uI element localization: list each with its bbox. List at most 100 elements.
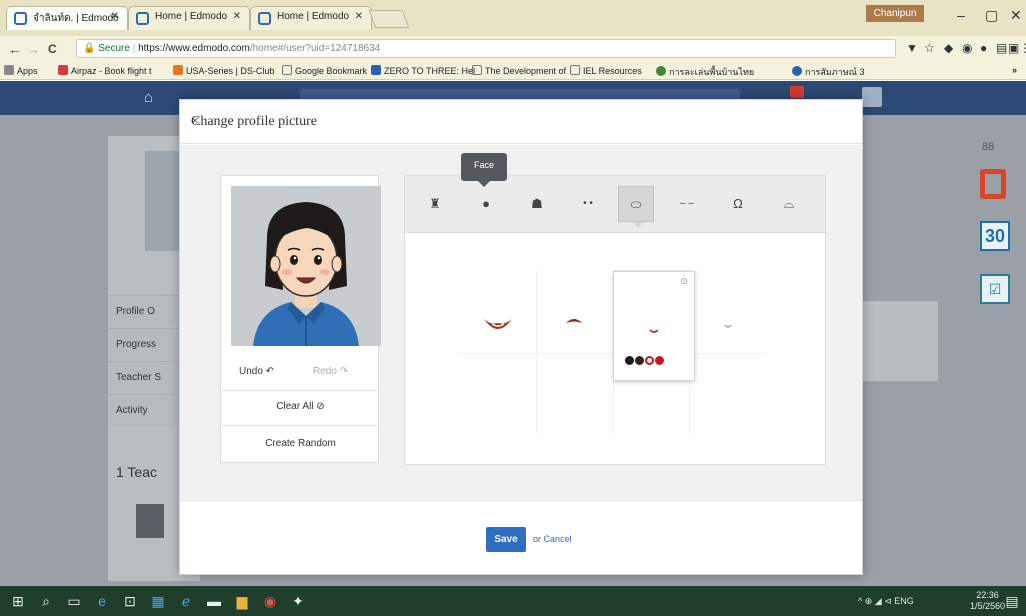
bookmark-zero-to-three[interactable]: ZERO TO THREE: Hel xyxy=(371,65,475,76)
swatch-red[interactable] xyxy=(655,356,664,365)
extension-icon[interactable]: ▤ xyxy=(996,41,1007,55)
cancel-link[interactable]: Cancel xyxy=(544,534,572,544)
more-bookmarks-icon[interactable]: » xyxy=(1012,65,1017,75)
save-button[interactable]: Save xyxy=(486,527,526,552)
close-window-icon[interactable]: ✕ xyxy=(1010,7,1022,24)
calendar-icon[interactable]: 30 xyxy=(980,221,1010,251)
office-icon[interactable] xyxy=(980,169,1006,199)
forward-icon[interactable]: → xyxy=(26,41,40,57)
notification-center-icon[interactable]: ▤ xyxy=(1002,591,1022,611)
mouth-option-smile[interactable] xyxy=(691,279,763,351)
create-random-button[interactable]: Create Random xyxy=(221,426,380,463)
bookmark-usa-series[interactable]: USA-Series | DS-Club xyxy=(173,65,274,76)
quiz-icon[interactable]: ☑ xyxy=(980,274,1010,304)
filter-icon[interactable]: ▼ xyxy=(906,41,918,55)
search-icon[interactable]: ⌕ xyxy=(36,591,56,611)
taskbar-clock[interactable]: 22:36 1/5/2560 xyxy=(970,590,1005,612)
menu-icon[interactable]: ⋮ xyxy=(1019,41,1026,55)
sidebar-item-activity[interactable]: Activity xyxy=(108,394,188,426)
mouth-option-beard[interactable] xyxy=(462,279,534,351)
extension-icon[interactable]: ◉ xyxy=(962,41,972,55)
address-bar-row: ← → C 🔒 Secure | https://www.edmodo.com/… xyxy=(0,36,1026,62)
edmodo-favicon xyxy=(14,12,27,25)
bookmark-iel[interactable]: IEL Resources xyxy=(570,65,642,76)
new-tab-button[interactable] xyxy=(368,10,410,28)
store-icon[interactable]: ⊡ xyxy=(120,591,140,611)
category-ears-icon[interactable]: Ω xyxy=(720,186,756,222)
minimize-icon[interactable]: – xyxy=(957,7,965,23)
home-icon[interactable]: ⌂ xyxy=(144,89,153,106)
dialog-footer: Save or Cancel xyxy=(180,500,862,574)
undo-button[interactable]: Undo ↶ xyxy=(239,366,274,377)
notification-badge-icon[interactable] xyxy=(790,86,804,98)
mail-icon[interactable]: ▬ xyxy=(204,591,224,611)
color-swatches xyxy=(625,356,665,368)
tab-close-icon[interactable]: ✕ xyxy=(111,11,119,22)
back-icon[interactable]: ← xyxy=(8,41,22,57)
extension-icon[interactable]: ▣ xyxy=(1008,41,1019,55)
sidebar-item-progress[interactable]: Progress xyxy=(108,328,188,360)
bookmark-airpaz[interactable]: Airpaz - Book flight t xyxy=(58,65,152,76)
maximize-icon[interactable]: ▢ xyxy=(985,7,998,24)
close-icon[interactable]: × xyxy=(191,114,852,130)
tab-3[interactable]: Home | Edmodo ✕ xyxy=(250,6,372,30)
avatar-preview-panel: Undo ↶ Redo ↷ Clear All ⊘ Create Random xyxy=(220,175,381,463)
star-icon[interactable]: ☆ xyxy=(924,41,935,55)
category-mouth-icon[interactable]: ⬭ xyxy=(618,186,654,228)
grid-divider xyxy=(536,271,537,433)
task-view-icon[interactable]: ▭ xyxy=(64,591,84,611)
category-face-icon[interactable]: ● xyxy=(468,186,504,222)
bookmark-google[interactable]: Google Bookmark xyxy=(282,65,367,76)
category-bar: Face ♜ ● ☗ • • ⬭ ‒ ‒ Ω ⌓ xyxy=(405,153,825,233)
page-icon xyxy=(570,65,580,75)
chrome-icon[interactable]: ◉ xyxy=(260,591,280,611)
tab-close-icon[interactable]: ✕ xyxy=(233,11,241,22)
app-icon[interactable]: ✦ xyxy=(288,591,308,611)
category-eyebrows-icon[interactable]: ‒ ‒ xyxy=(669,186,705,222)
windows-icon[interactable]: ▦ xyxy=(148,591,168,611)
swatch-black[interactable] xyxy=(625,356,634,365)
tab-close-icon[interactable]: ✕ xyxy=(355,11,363,22)
system-tray[interactable]: ^ ⊕ ◢ ⊲ ENG xyxy=(858,596,914,607)
bookmark-favicon-icon xyxy=(656,66,666,76)
edmodo-page: ⌂ Profile O Progress Teacher S Activity … xyxy=(0,81,1026,586)
mouth-option-mustache[interactable] xyxy=(538,279,610,351)
ie-icon[interactable]: ℯ xyxy=(176,591,196,611)
user-avatar[interactable] xyxy=(862,87,882,107)
bookmark-thai-1[interactable]: การละเล่นพื้นบ้านไทย xyxy=(656,65,754,79)
tab-1[interactable]: จำลินท์ต. | Edmodo ✕ xyxy=(6,6,128,30)
tab-1-title: จำลินท์ต. | Edmodo xyxy=(33,13,119,24)
browser-tab-bar: จำลินท์ต. | Edmodo ✕ Home | Edmodo ✕ Hom… xyxy=(0,0,1026,36)
apps-grid-icon[interactable]: 88 xyxy=(982,141,994,153)
bookmark-favicon-icon xyxy=(173,65,183,75)
windows-taskbar: ⊞ ⌕ ▭ e ⊡ ▦ ℯ ▬ ▆ ◉ ✦ ^ ⊕ ◢ ⊲ ENG 22:36 … xyxy=(0,586,1026,616)
avatar-preview xyxy=(231,186,381,346)
teacher-avatar[interactable] xyxy=(136,504,164,538)
extension-icon[interactable]: ● xyxy=(980,41,987,55)
url-input[interactable]: 🔒 Secure | https://www.edmodo.com/home#/… xyxy=(76,39,896,58)
browser-user-badge[interactable]: Chanipun xyxy=(866,5,924,22)
category-eyes-icon[interactable]: • • xyxy=(570,186,606,222)
category-background-icon[interactable]: ♜ xyxy=(417,186,453,222)
redo-button[interactable]: Redo ↷ xyxy=(313,366,348,377)
category-hair-icon[interactable]: ☗ xyxy=(519,186,555,222)
pocket-icon[interactable]: ◆ xyxy=(944,41,953,55)
selected-check-icon: ⊙ xyxy=(680,276,688,286)
sidebar-item-profile[interactable]: Profile O xyxy=(108,295,188,327)
bookmark-development[interactable]: The Development of xyxy=(472,65,566,76)
swatch-dark-brown[interactable] xyxy=(635,356,644,365)
bookmark-apps[interactable]: Apps xyxy=(4,65,38,76)
category-glasses-icon[interactable]: ⌓ xyxy=(771,186,807,222)
tab-2[interactable]: Home | Edmodo ✕ xyxy=(128,6,250,30)
bookmark-thai-2[interactable]: การสัมภาษณ์ 3 xyxy=(792,65,865,79)
edge-icon[interactable]: e xyxy=(92,591,112,611)
mouth-options-grid: ⊙ xyxy=(460,271,766,433)
start-icon[interactable]: ⊞ xyxy=(8,591,28,611)
reload-icon[interactable]: C xyxy=(48,42,57,56)
swatch-white[interactable] xyxy=(645,356,654,365)
apps-grid-icon xyxy=(4,65,14,75)
mouth-option-selected[interactable]: ⊙ xyxy=(613,271,695,381)
sidebar-item-teacher[interactable]: Teacher S xyxy=(108,361,188,393)
explorer-icon[interactable]: ▆ xyxy=(232,591,252,611)
clear-all-button[interactable]: Clear All ⊘ xyxy=(221,391,380,426)
